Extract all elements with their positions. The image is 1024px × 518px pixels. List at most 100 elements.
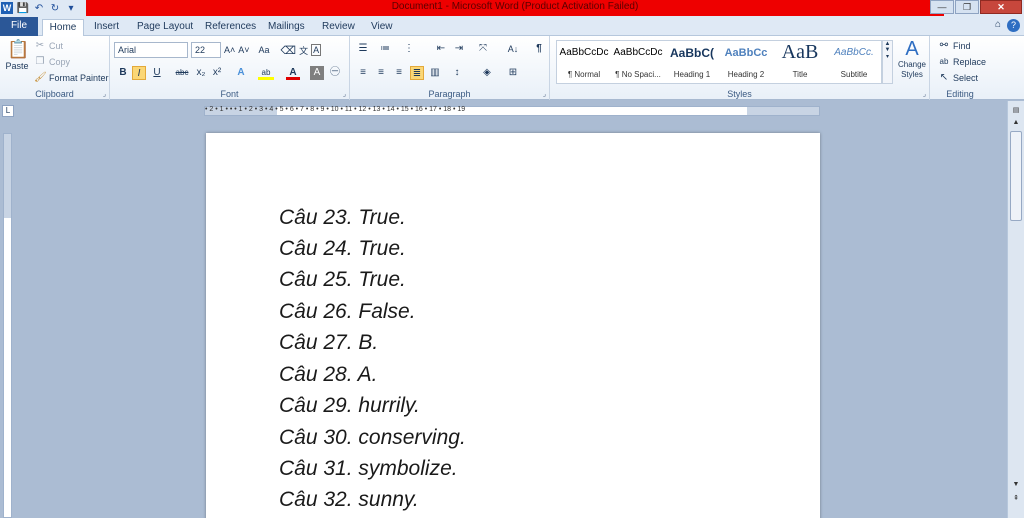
change-case-icon[interactable]: Aa (259, 45, 270, 55)
ribbon-tabs: File Home Insert Page Layout References … (0, 16, 1024, 36)
document-line[interactable]: Câu 23. True. (279, 206, 406, 230)
document-line[interactable]: Câu 28. A. (279, 363, 377, 387)
find-button[interactable]: ⚯ Find (938, 40, 971, 52)
font-name-select[interactable]: Arial 22 A˄ A˅ Aa ⌫ 文 A (114, 42, 322, 58)
cut-button[interactable]: ✂ Cut (34, 40, 63, 52)
customize-qat-icon[interactable]: ▾ (65, 2, 77, 14)
minimize-button[interactable]: — (930, 0, 954, 14)
style-subtitle[interactable]: AaBbCc. Subtitle (827, 41, 881, 83)
document-line[interactable]: Câu 26. False. (279, 300, 416, 324)
copy-button[interactable]: ❐ Copy (34, 56, 71, 68)
tab-mailings[interactable]: Mailings (268, 19, 305, 36)
view-ruler-icon[interactable]: ▤ (1010, 105, 1022, 117)
tab-review[interactable]: Review (322, 19, 355, 36)
change-styles-button[interactable]: A Change Styles (896, 38, 928, 80)
style-heading-2[interactable]: AaBbCc Heading 2 (719, 41, 773, 83)
dialog-launcher-icon[interactable]: ⌟ (343, 90, 346, 98)
document-line[interactable]: Câu 25. True. (279, 268, 406, 292)
style-heading-1[interactable]: AaBbC( Heading 1 (665, 41, 719, 83)
title-bar: Document1 - Microsoft Word (Product Acti… (0, 0, 1024, 16)
style-preview: AaB (781, 41, 819, 63)
borders-icon[interactable]: ⊞ (506, 66, 520, 80)
vertical-scrollbar[interactable]: ▤ ▲ ▼ ⇞ (1007, 101, 1024, 518)
tab-view[interactable]: View (371, 19, 393, 36)
format-painter-button[interactable]: 🖌 Format Painter (34, 72, 109, 84)
dialog-launcher-icon[interactable]: ⌟ (923, 90, 926, 98)
style-normal[interactable]: AaBbCcDc ¶ Normal (557, 41, 611, 83)
maximize-button[interactable]: ❐ (955, 0, 979, 14)
document-line[interactable]: Câu 29. hurrily. (279, 394, 420, 418)
word-logo-icon[interactable]: W (1, 2, 13, 14)
text-effects-button[interactable]: A (234, 66, 248, 80)
replace-button[interactable]: ab Replace (938, 56, 986, 68)
superscript-button[interactable]: x² (210, 66, 224, 80)
document-line[interactable]: Câu 32. sunny. (279, 488, 419, 512)
document-line[interactable]: Câu 31. symbolize. (279, 457, 458, 481)
scroll-down-arrow-icon[interactable]: ▼ (1010, 479, 1022, 491)
subscript-button[interactable]: x₂ (194, 66, 208, 80)
character-border-icon[interactable]: A (311, 44, 322, 56)
align-right-icon[interactable]: ≡ (392, 66, 406, 80)
character-shading-icon[interactable]: A (310, 66, 324, 80)
find-label: Find (953, 41, 971, 51)
document-line[interactable]: Câu 24. True. (279, 237, 406, 261)
tab-home[interactable]: Home (42, 19, 84, 36)
grow-font-icon[interactable]: A˄ (224, 45, 235, 55)
increase-indent-icon[interactable]: ⇥ (452, 42, 466, 56)
align-center-icon[interactable]: ≡ (374, 66, 388, 80)
tab-page-layout[interactable]: Page Layout (137, 19, 193, 36)
save-icon[interactable]: 💾 (17, 2, 29, 14)
underline-button[interactable]: U (150, 66, 164, 80)
bold-button[interactable]: B (116, 66, 130, 80)
font-size-value[interactable]: 22 (191, 42, 221, 58)
minimize-ribbon-icon[interactable]: ⌂ (995, 19, 1001, 32)
highlight-button[interactable]: ab (258, 66, 274, 80)
redo-icon[interactable]: ↻ (49, 2, 61, 14)
scroll-up-arrow-icon[interactable]: ▲ (1010, 117, 1022, 129)
distributed-icon[interactable]: ▥ (428, 66, 442, 80)
enclose-characters-icon[interactable]: ㊀ (328, 66, 342, 80)
asian-layout-icon[interactable]: ⤧ (476, 42, 490, 56)
style-title[interactable]: AaB Title (773, 41, 827, 83)
font-color-button[interactable]: A (286, 66, 300, 80)
sort-icon[interactable]: A↓ (504, 42, 522, 56)
tab-selector[interactable]: L (2, 105, 14, 117)
undo-icon[interactable]: ↶ (33, 2, 45, 14)
align-left-icon[interactable]: ≡ (356, 66, 370, 80)
dialog-launcher-icon[interactable]: ⌟ (103, 90, 106, 98)
numbering-icon[interactable]: ≔ (378, 42, 392, 56)
previous-page-icon[interactable]: ⇞ (1010, 493, 1022, 505)
decrease-indent-icon[interactable]: ⇤ (434, 42, 448, 56)
shading-icon[interactable]: ◈ (480, 66, 494, 80)
help-icon[interactable]: ? (1007, 19, 1020, 32)
dialog-launcher-icon[interactable]: ⌟ (543, 90, 546, 98)
style-no-spacing[interactable]: AaBbCcDc ¶ No Spaci... (611, 41, 665, 83)
justify-icon[interactable]: ≣ (410, 66, 424, 80)
shrink-font-icon[interactable]: A˅ (238, 45, 249, 55)
vertical-ruler[interactable] (3, 133, 12, 518)
phonetic-guide-icon[interactable]: 文 (299, 44, 308, 57)
styles-gallery: AaBbCcDc ¶ Normal AaBbCcDc ¶ No Spaci...… (556, 40, 882, 84)
select-button[interactable]: ↖ Select (938, 72, 978, 84)
bullets-icon[interactable]: ☰ (356, 42, 370, 56)
multilevel-list-icon[interactable]: ⋮ (402, 42, 416, 56)
close-button[interactable]: ✕ (980, 0, 1022, 14)
scrollbar-thumb[interactable] (1010, 131, 1022, 221)
paste-button[interactable]: 📋 Paste (4, 38, 30, 71)
styles-gallery-scrollbar[interactable]: ▲ ▼ ▾ (882, 40, 893, 84)
strikethrough-button[interactable]: abc (172, 66, 192, 80)
ribbon: 📋 Paste ✂ Cut ❐ Copy 🖌 Format Painter Cl… (0, 36, 1024, 100)
tab-insert[interactable]: Insert (94, 19, 119, 36)
tab-references[interactable]: References (205, 19, 256, 36)
show-formatting-icon[interactable]: ¶ (532, 42, 546, 56)
tab-file[interactable]: File (0, 17, 38, 36)
select-label: Select (953, 73, 979, 83)
style-preview: AaBbCcDc (613, 47, 663, 58)
document-page[interactable]: Câu 23. True. Câu 24. True. Câu 25. True… (206, 133, 820, 518)
italic-button[interactable]: I (132, 66, 146, 80)
document-line[interactable]: Câu 27. B. (279, 331, 378, 355)
line-spacing-icon[interactable]: ↕ (450, 66, 464, 80)
clear-formatting-icon[interactable]: ⌫ (281, 44, 297, 57)
document-line[interactable]: Câu 30. conserving. (279, 426, 466, 450)
horizontal-ruler[interactable]: • 2 • 1 • • • 1 • 2 • 3 • 4 • 5 • 6 • 7 … (204, 106, 820, 116)
